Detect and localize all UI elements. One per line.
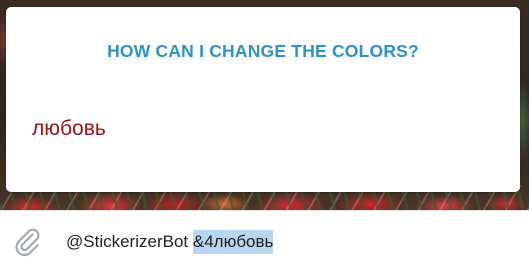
paperclip-icon bbox=[15, 228, 40, 257]
sticker-preview-title: HOW CAN I CHANGE THE COLORS? bbox=[107, 41, 419, 61]
attach-button[interactable] bbox=[10, 224, 44, 258]
sticker-preview-card[interactable]: HOW CAN I CHANGE THE COLORS? любовь bbox=[6, 7, 520, 192]
composer-divider bbox=[0, 210, 529, 211]
message-input-selected-text: &4любовь bbox=[192, 230, 274, 254]
message-input[interactable]: @StickerizerBot &4любовь bbox=[66, 228, 506, 256]
message-composer: @StickerizerBot &4любовь bbox=[0, 210, 529, 276]
message-input-text: @StickerizerBot bbox=[66, 232, 193, 251]
sticker-preview-sample-text: любовь bbox=[32, 117, 106, 140]
